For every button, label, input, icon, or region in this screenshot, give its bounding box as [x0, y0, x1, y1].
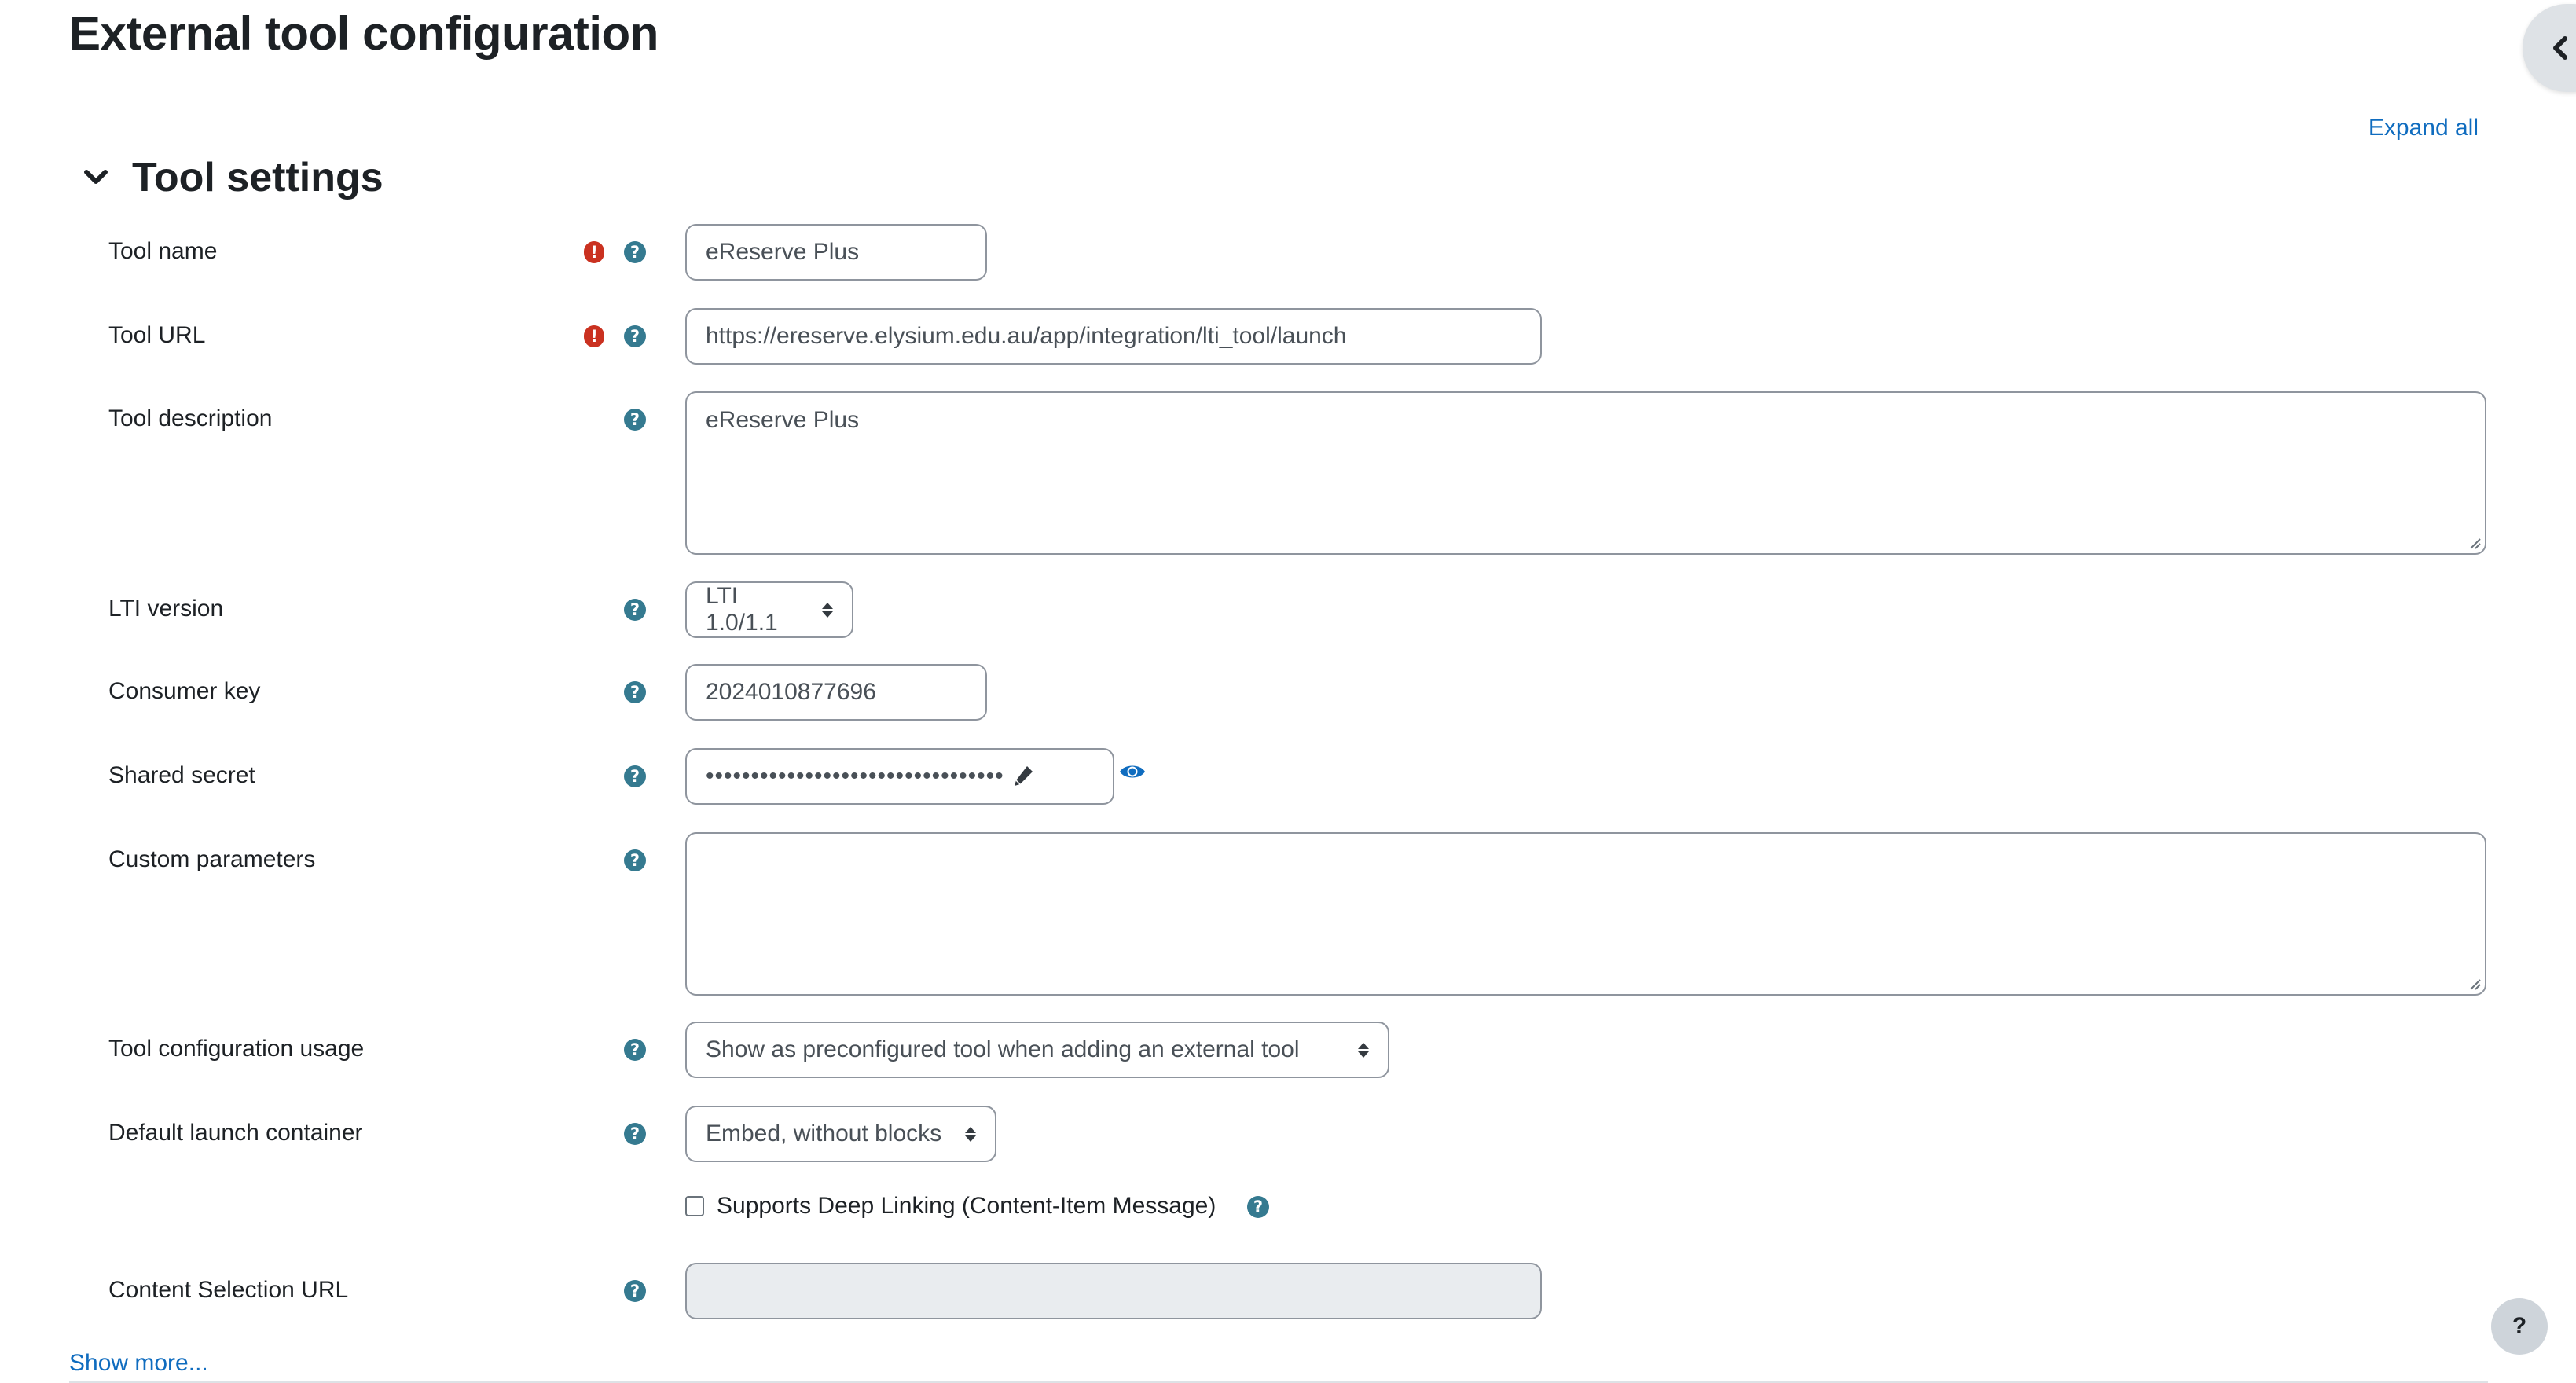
question-icon: ? — [2512, 1313, 2527, 1339]
tool-config-usage-label: Tool configuration usage — [108, 1036, 365, 1062]
tool-config-usage-value: Show as preconfigured tool when adding a… — [706, 1036, 1300, 1062]
content-selection-url-input — [685, 1263, 1542, 1319]
help-icon[interactable]: ? — [624, 325, 646, 347]
form-row-tool-url: Tool URL ! ? https://ereserve.elysium.ed… — [0, 308, 2576, 365]
form-row-deep-linking: Supports Deep Linking (Content-Item Mess… — [0, 1193, 2576, 1224]
tool-settings-toggle[interactable]: Tool settings — [79, 154, 383, 201]
form-row-shared-secret: Shared secret ? ••••••••••••••••••••••••… — [0, 748, 2576, 805]
consumer-key-label: Consumer key — [108, 678, 261, 704]
shared-secret-input[interactable]: ••••••••••••••••••••••••••••••••• — [685, 748, 1114, 805]
eye-icon[interactable] — [1119, 762, 1146, 781]
default-launch-container-select[interactable]: Embed, without blocks — [685, 1106, 996, 1162]
lti-version-label: LTI version — [108, 596, 224, 622]
shared-secret-label: Shared secret — [108, 762, 255, 788]
chevron-down-icon — [79, 162, 113, 193]
show-more-link[interactable]: Show more... — [69, 1350, 208, 1377]
default-launch-container-value: Embed, without blocks — [706, 1121, 942, 1146]
tool-name-label: Tool name — [108, 238, 218, 264]
consumer-key-input[interactable]: 2024010877696 — [685, 664, 987, 721]
tool-url-input[interactable]: https://ereserve.elysium.edu.au/app/inte… — [685, 308, 1542, 365]
help-icon[interactable]: ? — [624, 1280, 646, 1302]
help-icon[interactable]: ? — [624, 1123, 646, 1145]
help-icon[interactable]: ? — [624, 599, 646, 621]
help-icon[interactable]: ? — [624, 241, 646, 263]
deep-linking-label[interactable]: Supports Deep Linking (Content-Item Mess… — [717, 1193, 1216, 1220]
help-icon[interactable]: ? — [1247, 1196, 1269, 1218]
select-arrows-icon — [822, 602, 833, 618]
help-icon[interactable]: ? — [624, 681, 646, 703]
help-icon[interactable]: ? — [624, 409, 646, 431]
select-arrows-icon — [965, 1126, 976, 1142]
section-title: Tool settings — [132, 155, 383, 200]
tool-description-label: Tool description — [108, 405, 273, 431]
lti-version-select[interactable]: LTI 1.0/1.1 — [685, 581, 853, 638]
help-button[interactable]: ? — [2491, 1298, 2548, 1355]
tool-description-text: eReserve Plus — [706, 407, 860, 433]
required-icon: ! — [584, 241, 604, 263]
lti-version-value: LTI 1.0/1.1 — [706, 583, 778, 636]
tool-config-usage-select[interactable]: Show as preconfigured tool when adding a… — [685, 1022, 1389, 1078]
tool-name-input[interactable]: eReserve Plus — [685, 224, 987, 281]
tool-url-label: Tool URL — [108, 322, 206, 348]
shared-secret-masked-value: ••••••••••••••••••••••••••••••••• — [706, 763, 1004, 789]
form-row-tool-name: Tool name ! ? eReserve Plus — [0, 224, 2576, 281]
default-launch-container-label: Default launch container — [108, 1120, 363, 1146]
pencil-icon[interactable] — [1012, 765, 1034, 788]
drawer-toggle-button[interactable] — [2523, 4, 2576, 92]
expand-all-link[interactable]: Expand all — [2369, 115, 2479, 141]
custom-parameters-textarea[interactable] — [685, 832, 2486, 996]
form-row-tool-description: Tool description ? eReserve Plus — [0, 391, 2576, 555]
help-icon[interactable]: ? — [624, 1039, 646, 1061]
page-title: External tool configuration — [69, 7, 659, 60]
form-row-default-launch-container: Default launch container ? Embed, withou… — [0, 1106, 2576, 1162]
help-icon[interactable]: ? — [624, 765, 646, 787]
deep-linking-checkbox[interactable] — [685, 1196, 704, 1216]
form-row-custom-parameters: Custom parameters ? — [0, 832, 2576, 996]
form-row-tool-config-usage: Tool configuration usage ? Show as preco… — [0, 1022, 2576, 1078]
custom-parameters-label: Custom parameters — [108, 846, 316, 872]
help-icon[interactable]: ? — [624, 849, 646, 871]
tool-description-textarea[interactable]: eReserve Plus — [685, 391, 2486, 555]
required-icon: ! — [584, 325, 604, 347]
content-selection-url-label: Content Selection URL — [108, 1277, 349, 1303]
form-row-lti-version: LTI version ? LTI 1.0/1.1 — [0, 581, 2576, 638]
select-arrows-icon — [1358, 1042, 1369, 1058]
form-row-content-selection-url: Content Selection URL ? — [0, 1263, 2576, 1319]
resize-handle-icon[interactable] — [2469, 978, 2482, 991]
chevron-left-icon — [2553, 36, 2567, 60]
form-row-consumer-key: Consumer key ? 2024010877696 — [0, 664, 2576, 721]
resize-handle-icon[interactable] — [2469, 537, 2482, 550]
